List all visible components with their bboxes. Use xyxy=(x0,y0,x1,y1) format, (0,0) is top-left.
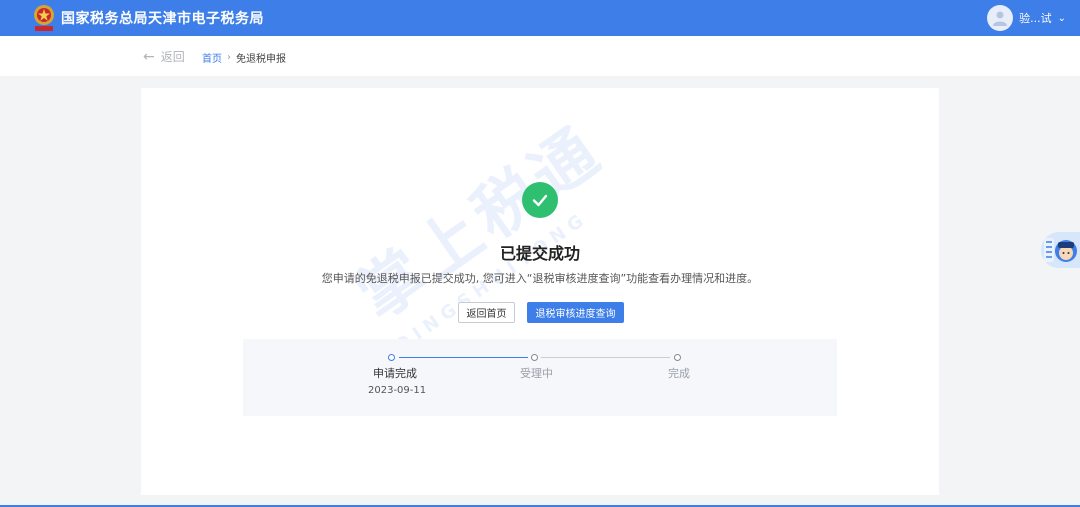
step-label-2: 受理中 xyxy=(520,367,553,380)
success-title: 已提交成功 xyxy=(499,244,580,263)
progress-steps: 申请完成 受理中 完成 2023-09-11 xyxy=(243,339,837,416)
avatar[interactable] xyxy=(987,5,1014,31)
return-home-button[interactable]: 返回首页 xyxy=(458,302,515,323)
assistant-icon xyxy=(1044,238,1077,262)
result-card: 掌上税通 QINGSHUITONG 已提交成功 您申请的免退税申报已提交成功, … xyxy=(141,88,939,495)
top-header: 国家税务总局天津市电子税务局 验...试 ⌄ xyxy=(0,0,1080,36)
back-button[interactable]: ← 返回 xyxy=(143,48,185,65)
step-connector-1 xyxy=(399,357,528,358)
app-title: 国家税务总局天津市电子税务局 xyxy=(61,11,264,27)
success-description: 您申请的免退税申报已提交成功, 您可进入“退税审核进度查询”功能查看办理情况和进… xyxy=(321,272,759,285)
step-label-3: 完成 xyxy=(668,367,690,380)
chevron-down-icon[interactable]: ⌄ xyxy=(1058,13,1066,24)
user-menu[interactable]: 验...试 ⌄ xyxy=(987,5,1066,31)
breadcrumb-current: 免退税申报 xyxy=(236,54,286,65)
tax-emblem-icon xyxy=(32,4,56,32)
breadcrumb: 首页 › 免退税申报 xyxy=(202,50,286,65)
back-label: 返回 xyxy=(160,50,185,64)
step-dot-1 xyxy=(388,354,395,361)
breadcrumb-home[interactable]: 首页 xyxy=(202,50,222,65)
assistant-float-button[interactable] xyxy=(1041,232,1080,268)
refund-progress-query-button[interactable]: 退税审核进度查询 xyxy=(527,302,624,323)
step-connector-2 xyxy=(541,357,670,358)
arrow-left-icon: ← xyxy=(143,48,155,65)
breadcrumb-separator-icon: › xyxy=(227,52,231,63)
user-name[interactable]: 验...试 xyxy=(1019,10,1052,26)
step-dot-2 xyxy=(531,354,538,361)
user-icon xyxy=(993,11,1008,26)
success-check-icon xyxy=(522,182,558,218)
step-dot-3 xyxy=(674,354,681,361)
navigation-bar: ← 返回 首页 › 免退税申报 xyxy=(0,36,1080,76)
step-label-1: 申请完成 xyxy=(373,367,417,380)
step-date-1: 2023-09-11 xyxy=(368,385,427,396)
